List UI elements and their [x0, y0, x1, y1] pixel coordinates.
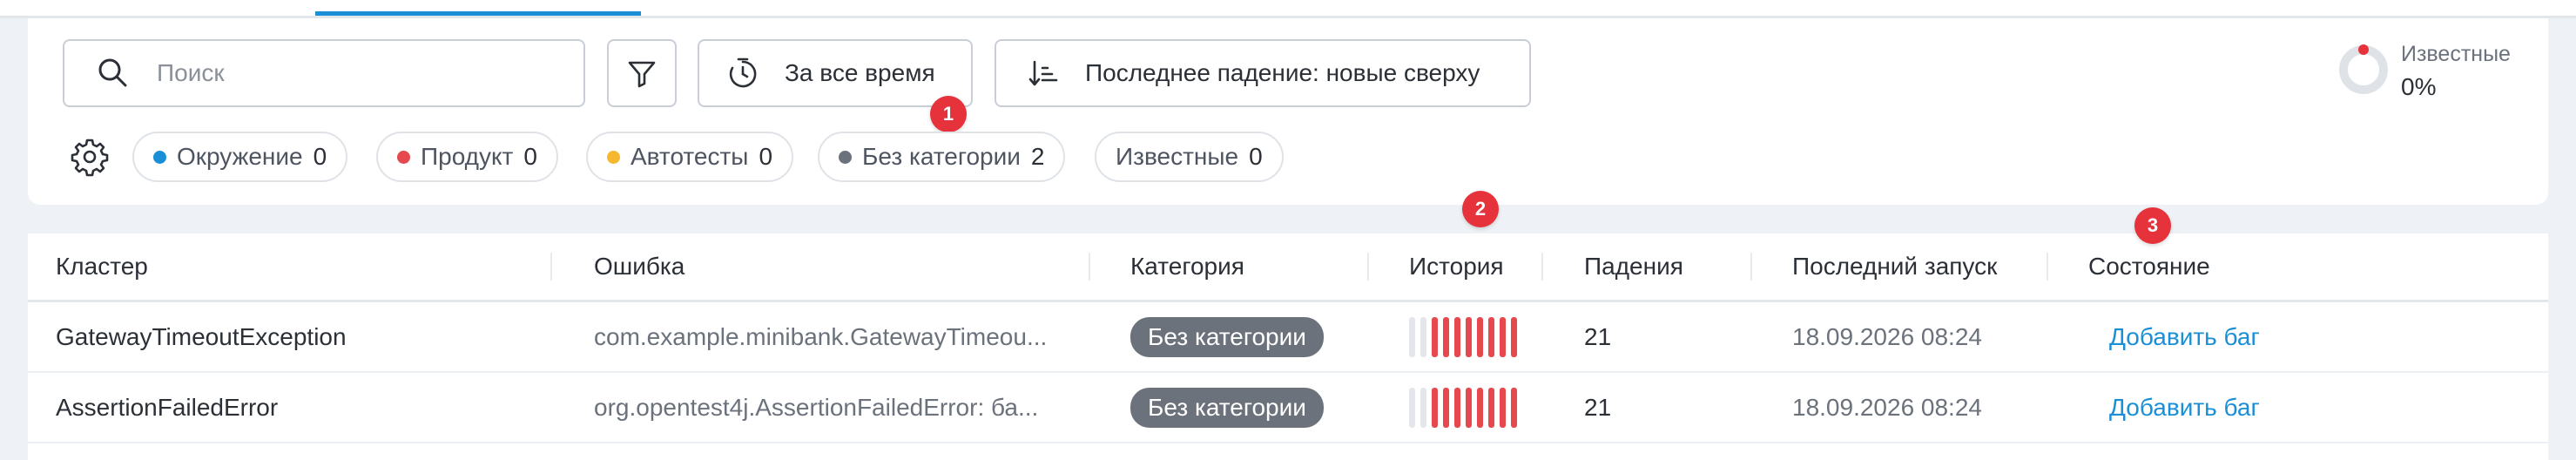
category-badge[interactable]: Без категории — [1130, 387, 1324, 428]
table-row[interactable]: GatewayTimeoutException com.example.mini… — [28, 302, 2548, 373]
category-badge[interactable]: Без категории — [1130, 316, 1324, 357]
chip-label: Автотесты — [631, 143, 749, 170]
filter-icon — [628, 61, 656, 88]
last-run-cell: 18.09.2026 08:24 — [1792, 393, 1982, 421]
uncategorized-dot-icon — [839, 150, 852, 164]
chip-label: Известные — [1116, 143, 1239, 170]
chip-count: 0 — [759, 143, 773, 170]
chip-count: 0 — [313, 143, 327, 170]
known-stat-value: 0% — [2401, 73, 2437, 100]
search-placeholder: Поиск — [157, 59, 225, 86]
col-separator — [1750, 253, 1752, 281]
category-chip-uncategorized[interactable]: Без категории 2 — [818, 132, 1066, 182]
category-chip-autotests[interactable]: Автотесты 0 — [586, 132, 794, 182]
col-separator — [1541, 253, 1543, 281]
category-chip-environment[interactable]: Окружение 0 — [132, 132, 348, 182]
active-tab-indicator — [315, 11, 641, 16]
col-last-run[interactable]: Последний запуск — [1792, 233, 1997, 300]
search-icon — [98, 58, 127, 87]
col-falls[interactable]: Падения — [1584, 233, 1683, 300]
time-range-button[interactable]: За все время — [698, 39, 973, 107]
falls-cell: 21 — [1584, 322, 1612, 350]
table-row[interactable]: AssertionFailedError org.opentest4j.Asse… — [28, 373, 2548, 443]
known-stat-label: Известные — [2401, 42, 2511, 66]
environment-dot-icon — [153, 150, 166, 164]
history-bars — [1409, 316, 1517, 357]
sort-button[interactable]: Последнее падение: новые сверху — [995, 39, 1531, 107]
chip-label: Продукт — [421, 143, 514, 170]
search-input[interactable]: Поиск — [63, 39, 585, 107]
col-category[interactable]: Категория — [1130, 233, 1244, 300]
chip-count: 0 — [523, 143, 537, 170]
chip-count: 2 — [1030, 143, 1045, 170]
chip-label: Окружение — [177, 143, 303, 170]
category-chip-known[interactable]: Известные 0 — [1095, 132, 1284, 182]
timer-icon — [729, 58, 757, 88]
category-chip-product[interactable]: Продукт 0 — [376, 132, 558, 182]
col-error[interactable]: Ошибка — [594, 233, 684, 300]
table-header: Кластер Ошибка Категория История Падения… — [28, 233, 2548, 302]
cluster-cell: GatewayTimeoutException — [56, 322, 347, 350]
error-cell: com.example.minibank.GatewayTimeou... — [594, 322, 1048, 350]
error-cell: org.opentest4j.AssertionFailedError: ба.… — [594, 393, 1039, 421]
history-cell — [1409, 302, 1517, 371]
marker-badge-1: 1 — [930, 96, 967, 132]
autotests-dot-icon — [607, 150, 620, 164]
time-range-label: За все время — [785, 59, 935, 86]
last-run-cell: 18.09.2026 08:24 — [1792, 322, 1982, 350]
col-separator — [550, 253, 552, 281]
settings-gear-icon[interactable] — [70, 137, 110, 177]
add-bug-link[interactable]: Добавить баг — [2109, 373, 2260, 442]
category-cell: Без категории — [1130, 373, 1324, 442]
filter-button[interactable] — [607, 39, 677, 107]
sort-label: Последнее падение: новые сверху — [1085, 59, 1480, 86]
marker-badge-2: 2 — [1462, 191, 1499, 227]
history-bars — [1409, 387, 1517, 428]
chip-count: 0 — [1249, 143, 1263, 170]
cluster-cell: AssertionFailedError — [56, 393, 279, 421]
sort-icon — [1028, 60, 1058, 86]
col-cluster[interactable]: Кластер — [56, 233, 148, 300]
clusters-table: Кластер Ошибка Категория История Падения… — [28, 233, 2548, 460]
col-separator — [1367, 253, 1369, 281]
chip-label: Без категории — [862, 143, 1021, 170]
col-history[interactable]: История — [1409, 233, 1504, 300]
col-separator — [1089, 253, 1090, 281]
known-progress-ring-icon — [2339, 44, 2388, 94]
history-cell — [1409, 373, 1517, 442]
falls-cell: 21 — [1584, 393, 1612, 421]
category-cell: Без категории — [1130, 302, 1324, 371]
col-separator — [2047, 253, 2048, 281]
add-bug-link[interactable]: Добавить баг — [2109, 302, 2260, 371]
marker-badge-3: 3 — [2134, 207, 2171, 244]
product-dot-icon — [397, 150, 410, 164]
tab-bar — [0, 0, 2576, 18]
